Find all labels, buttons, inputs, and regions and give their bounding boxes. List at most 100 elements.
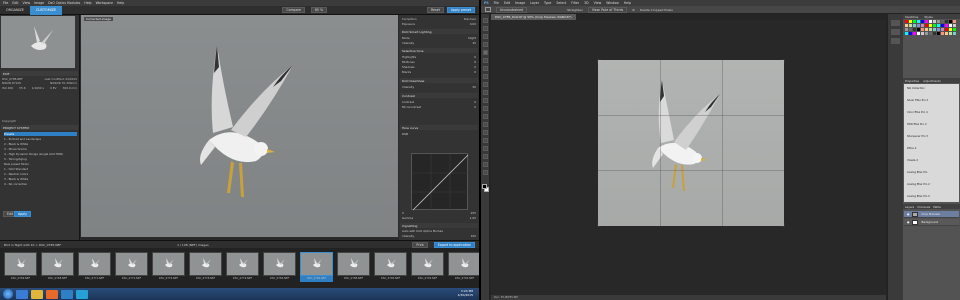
color-swatch[interactable] bbox=[933, 28, 936, 31]
shadows-row[interactable]: Shadows 0 bbox=[402, 65, 476, 69]
color-swatch[interactable] bbox=[949, 28, 952, 31]
list-item[interactable]: Analog Efex Pro bbox=[905, 170, 958, 174]
list-item[interactable]: Nik Collection bbox=[905, 86, 958, 90]
smart-lighting-intensity-row[interactable]: Intensity 25 bbox=[402, 41, 476, 45]
color-swatch[interactable] bbox=[909, 20, 912, 23]
filmstrip-thumbnail[interactable]: DSC_0792.NEF bbox=[411, 252, 444, 282]
color-swatch[interactable] bbox=[937, 24, 940, 27]
color-swatch[interactable] bbox=[941, 28, 944, 31]
export-button[interactable]: Export to application bbox=[433, 241, 475, 248]
adjustments-tab[interactable]: Adjustments bbox=[923, 79, 941, 83]
lasso-tool-icon[interactable] bbox=[483, 34, 488, 39]
tree-item[interactable]: 4 - No correction bbox=[4, 182, 77, 186]
contrast-section[interactable]: Contrast bbox=[400, 93, 478, 98]
project-header[interactable]: PROJECT SYSTEM bbox=[1, 125, 78, 130]
photoshop-taskbar-icon[interactable] bbox=[76, 289, 88, 299]
color-swatch[interactable] bbox=[905, 24, 908, 27]
move-tool-icon[interactable] bbox=[483, 18, 488, 23]
stamp-tool-icon[interactable] bbox=[483, 82, 488, 87]
tree-item[interactable]: 3 - Black & White bbox=[4, 177, 77, 181]
ps-menu-3d[interactable]: 3D bbox=[584, 1, 588, 5]
color-swatch[interactable] bbox=[921, 20, 924, 23]
eyedropper-tool-icon[interactable] bbox=[483, 58, 488, 63]
color-swatch[interactable] bbox=[909, 32, 912, 35]
ps-menu-window[interactable]: Window bbox=[606, 1, 619, 5]
list-item[interactable]: Color Efex Pro 4 bbox=[905, 110, 958, 114]
tree-item-presets[interactable]: Presets bbox=[4, 132, 77, 136]
color-swatch[interactable] bbox=[945, 24, 948, 27]
ps-menu-filter[interactable]: Filter bbox=[571, 1, 579, 5]
dodge-tool-icon[interactable] bbox=[483, 122, 488, 127]
compare-button[interactable]: Compare bbox=[282, 7, 305, 13]
print-button[interactable]: Print bbox=[412, 241, 428, 248]
color-swatch[interactable] bbox=[937, 20, 940, 23]
filmstrip-thumbnail[interactable]: DSC_0794.NEF bbox=[448, 252, 479, 282]
color-swatch[interactable] bbox=[913, 28, 916, 31]
list-item[interactable]: Silver Efex Pro 2 bbox=[905, 98, 958, 102]
view-overlay-select[interactable]: View: Rule of Thirds bbox=[587, 6, 628, 13]
ps-canvas[interactable] bbox=[491, 20, 886, 295]
gradient-tool-icon[interactable] bbox=[483, 106, 488, 111]
menu-workspace[interactable]: Workspace bbox=[96, 1, 113, 5]
image-viewer[interactable]: Corrected image bbox=[81, 15, 398, 237]
filmstrip-thumbnail[interactable]: DSC_0788.NEF bbox=[337, 252, 370, 282]
tab-customize[interactable]: CUSTOMIZE bbox=[29, 5, 63, 15]
tree-item[interactable]: 4 - High Dynamic Range (single shot HDR) bbox=[4, 152, 77, 156]
history-panel-icon[interactable] bbox=[891, 20, 900, 26]
color-swatch[interactable] bbox=[905, 20, 908, 23]
color-swatch[interactable] bbox=[925, 20, 928, 23]
properties-panel-tabs[interactable]: Properties Adjustments bbox=[903, 78, 960, 83]
styles-tab[interactable]: Styles bbox=[924, 15, 932, 19]
list-item[interactable]: Analog Efex Pro 2 bbox=[905, 194, 958, 198]
tree-item[interactable]: 1 - DxO Standard bbox=[4, 167, 77, 171]
tree-item[interactable]: 5 - Toning/Aging bbox=[4, 157, 77, 161]
paths-tab[interactable]: Paths bbox=[933, 205, 941, 209]
color-swatch[interactable] bbox=[913, 24, 916, 27]
color-swatch[interactable] bbox=[929, 24, 932, 27]
crop-preview-photo[interactable] bbox=[597, 59, 785, 227]
color-swatch[interactable] bbox=[917, 28, 920, 31]
properties-tab[interactable]: Properties bbox=[905, 79, 919, 83]
quick-select-tool-icon[interactable] bbox=[483, 42, 488, 47]
crop-handle-bottom-left[interactable] bbox=[597, 223, 601, 227]
color-swatch[interactable] bbox=[917, 20, 920, 23]
color-swatch[interactable] bbox=[905, 28, 908, 31]
color-swatch[interactable] bbox=[949, 32, 952, 35]
zoom-tool-icon[interactable] bbox=[483, 170, 488, 175]
smart-lighting-section[interactable]: DxO Smart Lighting bbox=[400, 29, 478, 34]
dxo-taskbar-icon[interactable] bbox=[61, 289, 73, 299]
color-swatch[interactable] bbox=[937, 32, 940, 35]
history-brush-tool-icon[interactable] bbox=[483, 90, 488, 95]
filmstrip-path[interactable]: Bird in flight with 10 > DSC_0785.NEF bbox=[4, 243, 61, 247]
list-item[interactable]: Viveza 2 bbox=[905, 158, 958, 162]
delete-cropped-checkbox[interactable]: Delete Cropped Pixels bbox=[640, 8, 673, 12]
marquee-tool-icon[interactable] bbox=[483, 26, 488, 31]
tree-item[interactable]: 1 - Portrait and Landscape bbox=[4, 137, 77, 141]
tree-item[interactable]: 3 - Monochrome bbox=[4, 147, 77, 151]
color-swatch[interactable] bbox=[941, 24, 944, 27]
color-swatch[interactable] bbox=[949, 24, 952, 27]
clearview-intensity-row[interactable]: Intensity 50 bbox=[402, 85, 476, 89]
pen-tool-icon[interactable] bbox=[483, 130, 488, 135]
reset-button[interactable]: Reset bbox=[426, 7, 444, 13]
microcontrast-row[interactable]: Microcontrast 0 bbox=[402, 105, 476, 109]
swatches-grid[interactable] bbox=[905, 20, 958, 46]
layers-tab[interactable]: Layers bbox=[905, 205, 914, 209]
color-swatch[interactable] bbox=[933, 20, 936, 23]
media-icon[interactable] bbox=[46, 289, 58, 299]
color-swatch[interactable] bbox=[925, 32, 928, 35]
explorer-icon[interactable] bbox=[31, 289, 43, 299]
color-swatch[interactable] bbox=[953, 20, 956, 23]
color-swatch[interactable] bbox=[929, 28, 932, 31]
contrast-row[interactable]: Contrast 0 bbox=[402, 100, 476, 104]
menu-file[interactable]: File bbox=[3, 1, 8, 5]
color-swatch[interactable] bbox=[921, 28, 924, 31]
color-swatch[interactable] bbox=[925, 28, 928, 31]
eye-icon[interactable]: ● bbox=[907, 220, 909, 224]
shape-tool-icon[interactable] bbox=[483, 154, 488, 159]
highlights-row[interactable]: Highlights 0 bbox=[402, 55, 476, 59]
layer-crop-preview[interactable]: ● Crop Preview bbox=[904, 211, 959, 218]
hand-tool-icon[interactable] bbox=[483, 162, 488, 167]
vignetting-intensity-row[interactable]: Intensity 100 bbox=[402, 234, 476, 238]
color-swatch[interactable] bbox=[933, 32, 936, 35]
